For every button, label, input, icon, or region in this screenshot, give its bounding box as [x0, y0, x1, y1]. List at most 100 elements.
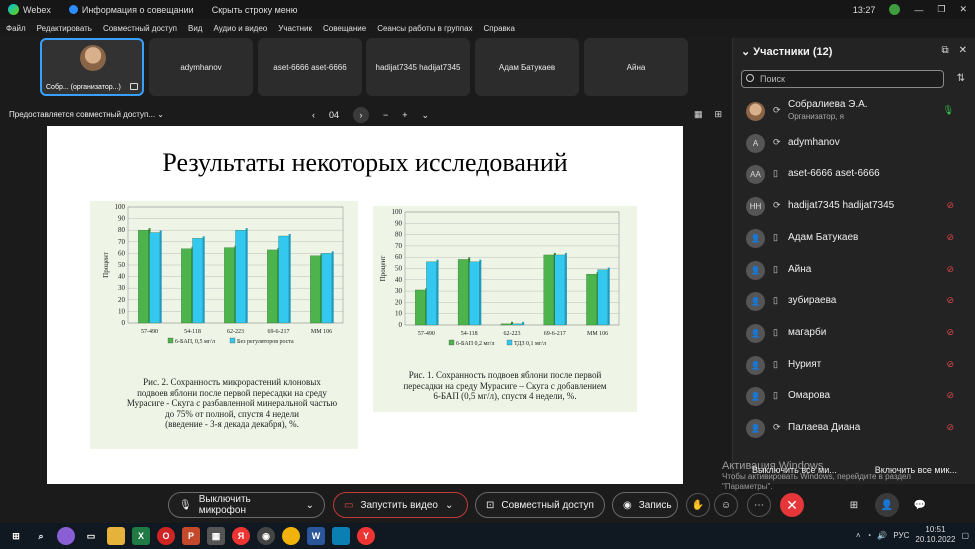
video-tile[interactable]: Адам Батукаев	[475, 38, 579, 96]
mic-muted-icon[interactable]: ⊘	[946, 327, 954, 338]
wifi-icon[interactable]: ◔	[867, 531, 872, 540]
search-input[interactable]: Поиск	[741, 70, 944, 88]
menu-item[interactable]: Файл	[6, 24, 26, 33]
mic-muted-icon[interactable]: ⊘	[946, 359, 954, 370]
zoom-out-button[interactable]: −	[383, 110, 388, 120]
restore-icon[interactable]: ❐	[937, 4, 945, 15]
menu-item[interactable]: Сеансы работы в группах	[377, 24, 472, 33]
mic-muted-icon[interactable]: ⊘	[946, 264, 954, 275]
sharing-label-button[interactable]: Предоставляется совместный доступ... ⌄	[9, 110, 164, 119]
language-indicator[interactable]: РУС	[893, 531, 909, 540]
bar	[500, 323, 512, 326]
bar	[192, 238, 203, 324]
person-icon: 👤	[746, 292, 765, 312]
minimize-icon[interactable]: —	[914, 5, 923, 15]
sort-icon[interactable]: ⇅	[957, 73, 965, 84]
participant-row[interactable]: HH ⟳ hadijat7345 hadijat7345 ⊘	[733, 191, 975, 222]
next-page-button[interactable]: ›	[353, 107, 370, 123]
task-view-icon[interactable]: ▭	[82, 527, 100, 545]
windows-start-icon[interactable]: ⊞	[7, 527, 25, 545]
video-tile[interactable]: adymhanov	[149, 38, 253, 96]
mic-muted-icon[interactable]: ⊘	[946, 200, 954, 211]
video-tile[interactable]: aset-6666 aset-6666	[258, 38, 362, 96]
participant-row[interactable]: 👤 ▯ зубираева ⊘	[733, 286, 975, 317]
mute-mic-button[interactable]: 🎙 Выключить микрофон ⌄	[168, 492, 325, 518]
apps-button[interactable]: ⊞	[842, 493, 866, 517]
mic-muted-icon[interactable]: ⊘	[946, 390, 954, 401]
word-icon[interactable]: W	[307, 527, 325, 545]
start-video-button[interactable]: ▭ Запустить видео ⌄	[333, 492, 468, 518]
more-button[interactable]: ⋯	[747, 493, 771, 517]
participant-row[interactable]: 👤 ▯ Нурият ⊘	[733, 350, 975, 381]
participant-row[interactable]: A ⟳ adymhanov	[733, 128, 975, 159]
person-icon: 👤	[880, 499, 894, 511]
menu-item[interactable]: Совместный доступ	[103, 24, 177, 33]
self-video-tile[interactable]: Собр... (организатор...)	[40, 38, 144, 96]
mic-muted-icon[interactable]: ⊘	[946, 422, 954, 433]
raise-hand-button[interactable]: ✋	[686, 493, 710, 517]
y-axis-label: Процент	[102, 252, 110, 278]
reactions-button[interactable]: ☺	[714, 493, 738, 517]
menu-item[interactable]: Вид	[188, 24, 202, 33]
dropdown-icon[interactable]: ⌄	[422, 110, 430, 121]
file-explorer-icon[interactable]	[107, 527, 125, 545]
excel-icon[interactable]: X	[132, 527, 150, 545]
chat-button[interactable]: 💬	[908, 493, 932, 517]
participants-button[interactable]: 👤	[875, 493, 899, 517]
microphone-icon: 🎙	[179, 499, 192, 511]
record-button[interactable]: ◉ Запись	[612, 492, 678, 518]
menu-item[interactable]: Совещание	[323, 24, 366, 33]
participant-row[interactable]: 👤 ▯ магарби ⊘	[733, 318, 975, 349]
app-icon[interactable]: ◉	[257, 527, 275, 545]
yandex-icon[interactable]: Я	[232, 527, 250, 545]
calculator-icon[interactable]: ▦	[207, 527, 225, 545]
participant-row[interactable]: 👤 ▯ Адам Батукаев ⊘	[733, 223, 975, 254]
mic-on-icon[interactable]: 🎙	[943, 105, 954, 116]
volume-icon[interactable]: 🔊	[877, 531, 887, 540]
chevron-down-icon: ⌄	[157, 110, 164, 119]
more-icon: ⋯	[754, 499, 764, 511]
menu-item[interactable]: Аудио и видео	[213, 24, 267, 33]
close-icon[interactable]: ✕	[959, 45, 967, 56]
prev-page-button[interactable]: ‹	[312, 110, 315, 120]
popout-icon[interactable]: ⧉	[941, 45, 948, 56]
caption-line: Мурасиге - Скуга с разбавленной минераль…	[126, 398, 338, 408]
app-icon[interactable]	[57, 527, 75, 545]
zoom-in-button[interactable]: +	[402, 110, 407, 120]
search-icon[interactable]: ⌕	[32, 527, 50, 545]
chrome-icon[interactable]	[282, 527, 300, 545]
video-tile[interactable]: Айна	[584, 38, 688, 96]
tray-arrow-icon[interactable]: ˄	[856, 531, 861, 540]
layout-icon[interactable]: ⊞	[714, 109, 722, 120]
meeting-info-button[interactable]: Информация о совещании	[68, 5, 194, 15]
grid-layout-icon[interactable]: ▦	[694, 109, 703, 120]
menu-item[interactable]: Участник	[278, 24, 312, 33]
hide-menu-button[interactable]: Скрыть строку меню	[212, 5, 298, 15]
yandex-browser-icon[interactable]: Y	[357, 527, 375, 545]
share-icon	[130, 83, 138, 90]
person-icon: 👤	[746, 419, 765, 438]
menu-item[interactable]: Редактировать	[37, 24, 92, 33]
mic-muted-icon[interactable]: ⊘	[946, 232, 954, 243]
webex-icon[interactable]	[332, 527, 350, 545]
opera-icon[interactable]: O	[157, 527, 175, 545]
close-icon[interactable]: ✕	[959, 4, 967, 15]
participant-row[interactable]: ⟳ Собралиева Э.А. Организатор, я 🎙	[733, 96, 975, 127]
chevron-down-icon: ⌄	[305, 499, 314, 511]
participant-row[interactable]: 👤 ⟳ Палаева Диана ⊘	[733, 413, 975, 444]
video-tile[interactable]: hadijat7345 hadijat7345	[366, 38, 470, 96]
share-button[interactable]: ⊡ Совместный доступ	[475, 492, 605, 518]
participant-row[interactable]: AA ▯ aset-6666 aset-6666	[733, 159, 975, 190]
powerpoint-icon[interactable]: P	[182, 527, 200, 545]
participant-row[interactable]: 👤 ▯ Айна ⊘	[733, 255, 975, 286]
participant-row[interactable]: 👤 ▯ Омарова ⊘	[733, 381, 975, 412]
mic-muted-icon[interactable]: ⊘	[946, 295, 954, 306]
notifications-icon[interactable]: ▢	[961, 531, 969, 540]
menu-item[interactable]: Справка	[484, 24, 515, 33]
caption-line: пересадки на среду Мурасиге – Скуга с до…	[403, 380, 607, 391]
clock[interactable]: 10:51 20.10.2022	[915, 525, 955, 545]
legend-label: 6-БАП, 0,5 мг/л	[175, 339, 215, 345]
panel-header[interactable]: ⌄ Участники (12)	[741, 45, 832, 58]
leave-meeting-button[interactable]: ✕	[780, 493, 804, 517]
y-tick-label: 20	[118, 296, 126, 304]
